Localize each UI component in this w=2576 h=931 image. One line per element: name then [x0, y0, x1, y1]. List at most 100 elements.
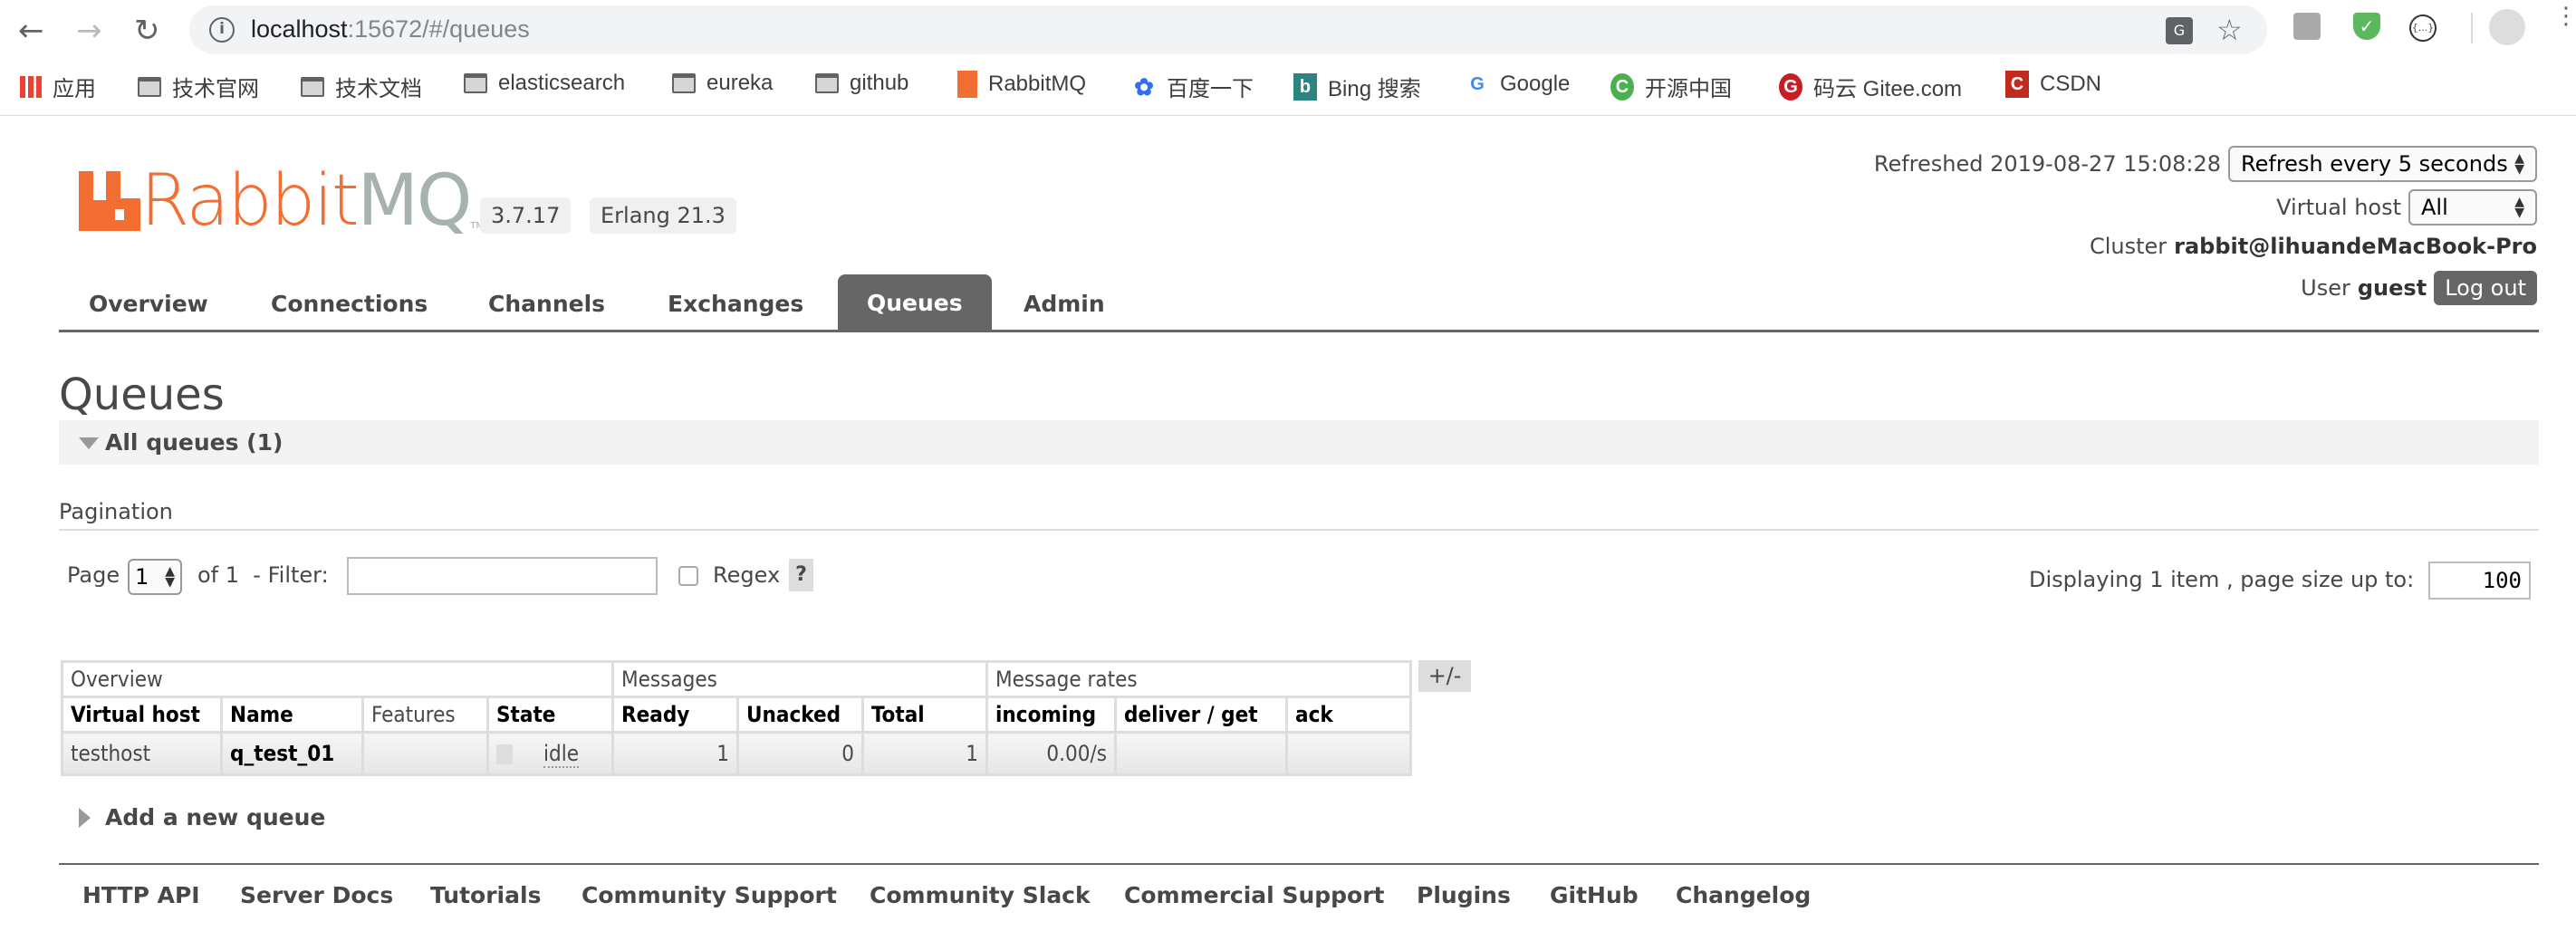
bookmark-google[interactable]: G Google — [1466, 71, 1570, 98]
bookmark-label: eureka — [706, 71, 774, 95]
tab-exchanges[interactable]: Exchanges — [668, 286, 803, 322]
collapse-triangle-icon — [79, 437, 99, 449]
bookmark-label: Bing 搜索 — [1328, 77, 1421, 101]
version-badge: 3.7.17 — [480, 197, 572, 234]
all-queues-section-toggle[interactable]: All queues (1) — [59, 420, 2539, 465]
bookmark-apps[interactable]: 应用 — [20, 71, 96, 102]
footer-link-server-docs[interactable]: Server Docs — [240, 882, 393, 908]
col-total[interactable]: Total — [861, 696, 988, 734]
bookmark-csdn[interactable]: C CSDN — [2005, 71, 2101, 98]
filter-label: - Filter: — [253, 562, 329, 588]
bookmark-label: Google — [1500, 72, 1571, 96]
tab-admin[interactable]: Admin — [1024, 286, 1105, 322]
bookmark-folder[interactable]: elasticsearch — [464, 71, 625, 96]
address-bar[interactable]: i localhost:15672/#/queues G ☆ — [189, 5, 2267, 54]
bookmark-folder[interactable]: eureka — [672, 71, 773, 96]
footer-link-community-support[interactable]: Community Support — [582, 882, 837, 908]
tab-divider — [59, 330, 2539, 332]
folder-icon — [815, 73, 839, 93]
translate-icon[interactable]: G — [2166, 17, 2193, 44]
bookmark-oschina[interactable]: C 开源中国 — [1610, 71, 1732, 102]
erlang-badge: Erlang 21.3 — [590, 197, 736, 234]
logout-button[interactable]: Log out — [2434, 271, 2537, 305]
bookmark-rabbitmq[interactable]: RabbitMQ — [957, 71, 1086, 98]
col-ack[interactable]: ack — [1285, 696, 1412, 734]
state-text: idle — [543, 741, 579, 768]
bookmark-label: 技术官网 — [172, 77, 259, 101]
profile-avatar-icon[interactable] — [2489, 9, 2525, 45]
page-size-input[interactable]: 100 — [2428, 561, 2531, 600]
bookmark-folder[interactable]: 技术文档 — [301, 71, 422, 102]
col-virtual-host[interactable]: Virtual host — [61, 696, 223, 734]
pagination-label: Pagination — [59, 499, 173, 524]
cell-state: idle — [486, 731, 614, 776]
url-host: localhost — [251, 15, 348, 43]
regex-checkbox[interactable] — [678, 566, 698, 586]
bookmark-label: RabbitMQ — [988, 72, 1087, 96]
refresh-select[interactable]: Refresh every 5 seconds ▲ ▼ — [2228, 146, 2537, 182]
footer-link-github[interactable]: GitHub — [1550, 882, 1639, 908]
rabbitmq-logo[interactable]: Rabbit MQ TM — [79, 164, 484, 236]
extension-shield-icon[interactable]: ✓ — [2353, 13, 2380, 40]
add-queue-toggle[interactable]: Add a new queue — [79, 804, 325, 830]
tab-channels[interactable]: Channels — [488, 286, 605, 322]
column-toggle-button[interactable]: +/- — [1418, 660, 1471, 692]
footer-link-tutorials[interactable]: Tutorials — [430, 882, 541, 908]
footer-link-plugins[interactable]: Plugins — [1417, 882, 1511, 908]
bookmark-label: CSDN — [2040, 72, 2102, 96]
bookmark-label: 应用 — [53, 77, 96, 101]
footer-link-community-slack[interactable]: Community Slack — [870, 882, 1091, 908]
regex-help-button[interactable]: ? — [789, 559, 813, 591]
star-icon[interactable]: ☆ — [2216, 13, 2244, 47]
cluster-name: rabbit@lihuandeMacBook-Pro — [2174, 234, 2537, 259]
cell-incoming: 0.00/s — [985, 731, 1117, 776]
cell-ready: 1 — [611, 731, 739, 776]
tab-queues[interactable]: Queues — [838, 274, 992, 331]
reload-icon[interactable]: ↻ — [134, 13, 160, 49]
cluster-info: Cluster rabbit@lihuandeMacBook-Pro — [2090, 234, 2537, 259]
footer-divider — [59, 863, 2539, 865]
filter-input[interactable] — [347, 557, 658, 595]
col-unacked[interactable]: Unacked — [736, 696, 864, 734]
bookmark-folder[interactable]: github — [815, 71, 908, 96]
folder-icon — [138, 76, 161, 97]
extension-bolt-icon[interactable] — [2293, 13, 2321, 40]
displaying-label: Displaying 1 item , page size up to: — [2029, 567, 2415, 592]
refresh-select-value: Refresh every 5 seconds — [2241, 151, 2508, 177]
pagination-divider — [59, 529, 2539, 531]
footer-link-http-api[interactable]: HTTP API — [82, 882, 200, 908]
expand-triangle-icon — [79, 807, 91, 828]
col-state[interactable]: State — [486, 696, 614, 734]
back-icon[interactable]: ← — [18, 13, 44, 49]
vhost-select-value: All — [2421, 195, 2448, 220]
col-name[interactable]: Name — [220, 696, 364, 734]
tab-overview[interactable]: Overview — [89, 286, 208, 322]
bookmark-baidu[interactable]: ✿ 百度一下 — [1132, 71, 1254, 102]
select-arrows-icon: ▲ ▼ — [165, 564, 175, 590]
extension-json-icon[interactable]: {...} — [2409, 14, 2437, 42]
queues-table: Overview Messages Message rates Virtual … — [61, 660, 1412, 776]
menu-kebab-icon[interactable]: ⋮ — [2554, 5, 2576, 28]
bookmark-bing[interactable]: b Bing 搜索 — [1293, 71, 1421, 102]
footer-link-changelog[interactable]: Changelog — [1676, 882, 1811, 908]
apps-grid-icon — [20, 75, 42, 98]
col-incoming[interactable]: incoming — [985, 696, 1117, 734]
refresh-row: Refreshed 2019-08-27 15:08:28 Refresh ev… — [1874, 146, 2537, 182]
bookmark-gitee[interactable]: G 码云 Gitee.com — [1779, 71, 1962, 102]
forward-icon[interactable]: → — [76, 13, 102, 49]
bookmark-label: elasticsearch — [498, 71, 626, 95]
tab-connections[interactable]: Connections — [271, 286, 428, 322]
cell-features — [361, 731, 489, 776]
col-ready[interactable]: Ready — [611, 696, 739, 734]
gitee-icon: G — [1779, 72, 1802, 101]
queue-name-link[interactable]: q_test_01 — [220, 731, 364, 776]
page-select[interactable]: 1 ▲ ▼ — [128, 559, 182, 595]
col-deliver-get[interactable]: deliver / get — [1114, 696, 1288, 734]
folder-icon — [464, 73, 487, 93]
info-icon[interactable]: i — [209, 17, 235, 43]
folder-icon — [301, 76, 324, 97]
footer-link-commercial-support[interactable]: Commercial Support — [1124, 882, 1385, 908]
cell-total: 1 — [861, 731, 988, 776]
bookmark-folder[interactable]: 技术官网 — [138, 71, 259, 102]
vhost-select[interactable]: All ▲ ▼ — [2408, 189, 2537, 226]
